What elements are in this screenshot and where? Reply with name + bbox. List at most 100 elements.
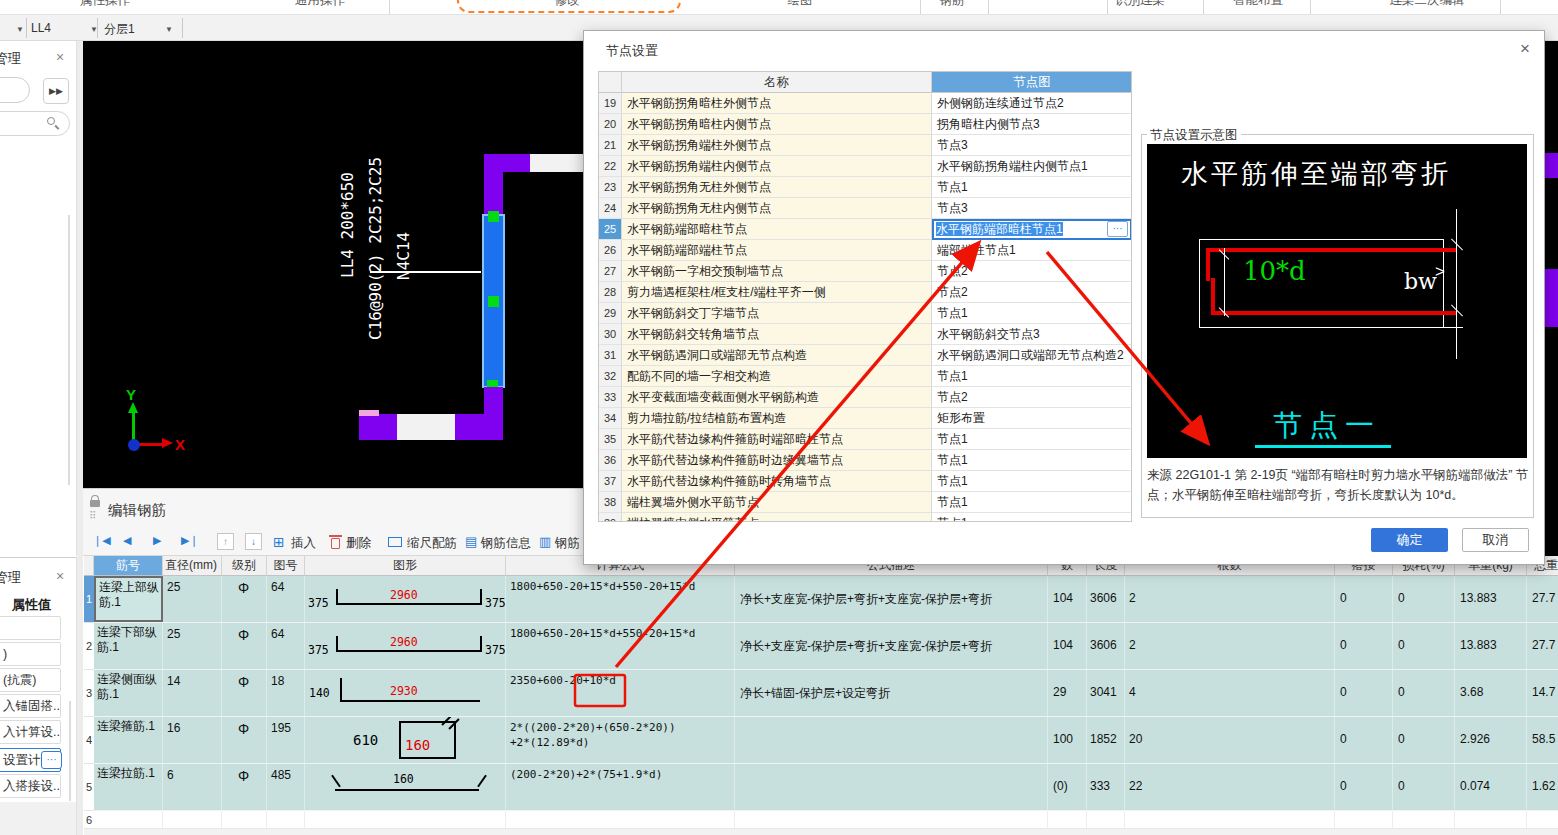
nav-last-icon[interactable]: ▶❘ [181,534,199,547]
cell[interactable]: 58.5 [1527,717,1558,763]
table-row[interactable]: 连梁箍筋.116Φ1956101602*((200-2*20)+(650-2*2… [94,717,1558,764]
ribbon-group-3[interactable]: 绘图 [788,0,813,9]
ribbon-group-5[interactable]: 识别连梁 [1115,0,1165,9]
dialog-row-name[interactable]: 配筋不同的墙一字相交构造 [622,366,932,387]
cell[interactable]: 25 [163,623,222,669]
dialog-more-button[interactable]: ··· [1107,221,1128,237]
dialog-close-icon[interactable]: × [1520,39,1530,59]
cell[interactable]: 195 [267,717,305,763]
wall-segment-white[interactable] [530,154,583,172]
combo-caret-1[interactable]: ▼ [16,25,24,34]
insert-icon[interactable]: ⊞ [273,534,285,550]
dialog-row-name[interactable]: 端柱翼墙内侧水平筋节点 [622,513,932,522]
nav-prev-icon[interactable]: ◀ [123,534,131,547]
dialog-row-name[interactable]: 水平钢筋斜交转角墙节点 [622,324,932,345]
props-close-icon[interactable]: × [56,568,64,584]
cell[interactable] [735,764,1048,810]
cell[interactable]: 104 [1048,576,1087,622]
dialog-row[interactable]: 32配筋不同的墙一字相交构造节点1 [599,366,1132,387]
cell[interactable]: 净长+支座宽-保护层+弯折+支座宽-保护层+弯折 [735,576,1048,622]
layer-combo[interactable]: 分层1 [104,21,135,38]
dialog-col-node[interactable]: 节点图 [932,72,1132,93]
manage-panel-close-icon[interactable]: × [56,49,64,65]
search-field[interactable] [0,111,70,136]
nav-next-icon[interactable]: ▶ [153,534,161,547]
cell[interactable]: 64 [267,576,305,622]
rebar-lib-button[interactable]: 钢筋 [555,535,580,552]
cell[interactable]: 13.883 [1455,576,1527,622]
cell[interactable]: 净长+支座宽-保护层+弯折+支座宽-保护层+弯折 [735,623,1048,669]
cell[interactable]: 3606 [1087,576,1125,622]
scale-rebar-button[interactable]: 缩尺配筋 [407,535,457,552]
cell[interactable]: 0 [1393,764,1455,810]
dialog-row[interactable]: 25水平钢筋端部暗柱节点水平钢筋端部暗柱节点1··· [599,219,1132,240]
cell[interactable]: 3041 [1087,670,1125,716]
element-combo[interactable]: LL4 [31,21,51,35]
dialog-row-name[interactable]: 水平钢筋拐角暗柱内侧节点 [622,114,932,135]
dialog-row-name[interactable]: 水平钢筋拐角暗柱外侧节点 [622,93,932,114]
dialog-row-value[interactable]: 节点1 [932,366,1132,387]
table-row[interactable]: 连梁侧面纵筋.114Φ1814029302350+600-20+10*d净长+锚… [94,670,1558,717]
dialog-row[interactable]: 35水平筋代替边缘构件箍筋时端部暗柱节点节点1 [599,429,1132,450]
dialog-row-name[interactable]: 水平筋代替边缘构件箍筋时端部暗柱节点 [622,429,932,450]
dialog-row[interactable]: 37水平筋代替边缘构件箍筋时转角墙节点节点1 [599,471,1132,492]
dialog-row-name[interactable]: 水平钢筋拐角端柱内侧节点 [622,156,932,177]
cell[interactable]: 1402930 [305,670,506,716]
dialog-row-value[interactable]: 节点1 [932,513,1132,522]
dialog-row-name[interactable]: 端柱翼墙外侧水平筋节点 [622,492,932,513]
cell[interactable]: 3.68 [1455,670,1527,716]
delete-button[interactable]: 删除 [346,535,371,552]
ribbon-group-1[interactable]: 通用操作 [295,0,345,9]
h-scrollbar[interactable] [84,829,1558,835]
wall-segment[interactable] [359,414,397,440]
dialog-row-value[interactable]: 水平钢筋遇洞口或端部无节点构造2 [932,345,1132,366]
cell[interactable]: 0 [1335,764,1393,810]
dialog-row[interactable]: 23水平钢筋拐角无柱外侧节点节点1 [599,177,1132,198]
rebar-lib-icon[interactable]: ▥ [539,534,551,549]
cell[interactable]: 1800+650-20+15*d+550-20+15*d [506,576,735,622]
cancel-button[interactable]: 取消 [1462,528,1529,552]
cell[interactable]: 连梁拉筋.1 [94,764,163,810]
dialog-row[interactable]: 21水平钢筋拐角端柱外侧节点节点3 [599,135,1132,156]
dialog-row-value[interactable]: 节点3 [932,198,1132,219]
dialog-row-name[interactable]: 水平钢筋一字相交预制墙节点 [622,261,932,282]
cell[interactable]: 18 [267,670,305,716]
dialog-row-value[interactable]: 节点1 [932,177,1132,198]
cell[interactable]: 13.883 [1455,623,1527,669]
cell[interactable]: 6 [163,764,222,810]
cell[interactable]: 3753752960 [305,623,506,669]
cell[interactable]: 333 [1087,764,1125,810]
wall-segment-white[interactable] [397,414,455,440]
cell[interactable]: 0 [1393,576,1455,622]
cell[interactable]: 连梁上部纵筋.1 [94,576,163,622]
dialog-row-value[interactable]: 外侧钢筋连续通过节点2 [932,93,1132,114]
dialog-row-value[interactable]: 节点2 [932,261,1132,282]
table-row-empty[interactable] [94,811,1558,829]
drag-dots-icon[interactable]: ⠿ [89,510,97,521]
cell[interactable]: 27.7 [1527,623,1558,669]
dialog-row-name[interactable]: 水平钢筋端部端柱节点 [622,240,932,261]
dialog-row-name[interactable]: 水平钢筋拐角无柱外侧节点 [622,177,932,198]
cell[interactable]: 2*((200-2*20)+(650-2*20))+2*(12.89*d) [506,717,735,763]
table-header-1[interactable]: 筋号 [94,556,163,576]
cell[interactable]: (0) [1048,764,1087,810]
cell[interactable]: Φ [222,764,267,810]
ribbon-group-4[interactable]: 钢筋 [940,0,965,9]
cell[interactable]: 连梁下部纵筋.1 [94,623,163,669]
cell[interactable]: 2 [1125,623,1335,669]
cell[interactable]: 14 [163,670,222,716]
ribbon-group-2[interactable]: 修改 [555,0,580,9]
cell[interactable]: 14.7 [1527,670,1558,716]
dialog-row-value[interactable]: 拐角暗柱内侧节点3 [932,114,1132,135]
cell[interactable]: 100 [1048,717,1087,763]
dialog-row[interactable]: 19水平钢筋拐角暗柱外侧节点外侧钢筋连续通过节点2 [599,93,1132,114]
cell[interactable]: 0 [1335,717,1393,763]
combo-caret-3[interactable]: ▼ [165,25,173,34]
cell[interactable]: 0 [1393,717,1455,763]
delete-icon[interactable] [331,538,340,549]
wall-segment[interactable] [484,387,503,416]
cell[interactable]: Φ [222,670,267,716]
cell[interactable]: 3753752960 [305,576,506,622]
ribbon-group-6[interactable]: 智能布置 [1233,0,1283,9]
dialog-row[interactable]: 39端柱翼墙内侧水平筋节点节点1 [599,513,1132,522]
